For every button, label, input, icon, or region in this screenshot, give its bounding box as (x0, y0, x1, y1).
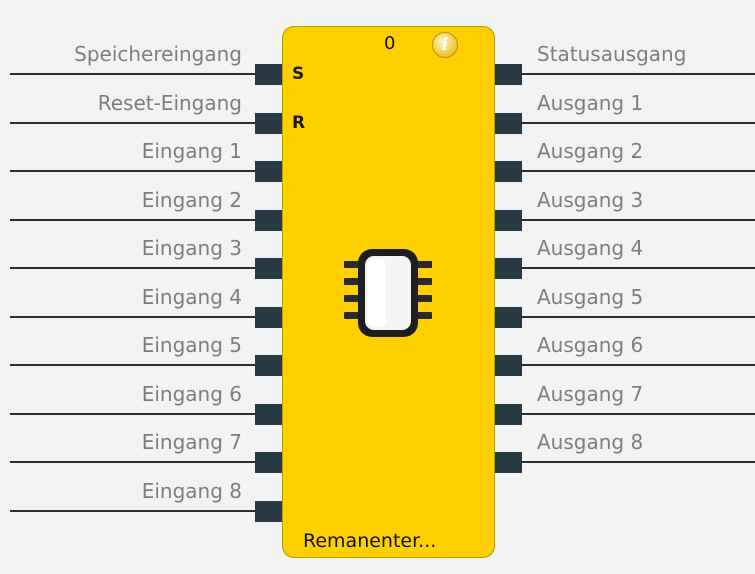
output-wire[interactable] (522, 461, 755, 463)
input-connector[interactable] (255, 258, 282, 279)
output-connector[interactable] (495, 355, 522, 376)
output-connector[interactable] (495, 161, 522, 182)
input-connector[interactable] (255, 355, 282, 376)
input-wire[interactable] (10, 509, 255, 512)
output-connector[interactable] (495, 452, 522, 473)
block-counter: 0 (384, 33, 396, 54)
block-title: Remanenter... (303, 530, 437, 552)
output-label: Ausgang 3 (537, 187, 644, 212)
output-wire[interactable] (522, 121, 755, 124)
input-wire[interactable] (10, 170, 255, 172)
input-wire[interactable] (10, 364, 255, 366)
output-label: Ausgang 7 (537, 381, 644, 406)
output-wire[interactable] (522, 218, 755, 221)
input-wire[interactable] (10, 121, 255, 124)
input-wire[interactable] (10, 412, 255, 415)
input-connector[interactable] (255, 112, 282, 134)
output-label: Ausgang 1 (537, 90, 644, 115)
input-label: Eingang 7 (141, 430, 242, 454)
input-connector[interactable] (255, 209, 282, 231)
output-label: Statusausgang (537, 42, 687, 66)
output-label: Ausgang 4 (537, 236, 644, 260)
input-connector[interactable] (255, 452, 282, 473)
input-label: Eingang 3 (141, 236, 242, 260)
output-wire[interactable] (522, 315, 755, 318)
chip-icon (344, 249, 432, 337)
input-label: Reset-Eingang (97, 90, 242, 115)
input-connector[interactable] (255, 161, 282, 182)
input-label: Eingang 6 (141, 381, 242, 406)
info-icon[interactable]: i (432, 32, 458, 58)
input-label: Eingang 4 (141, 284, 242, 309)
output-connector[interactable] (495, 209, 522, 231)
input-wire[interactable] (10, 315, 255, 318)
input-label: Speichereingang (74, 42, 242, 66)
input-connector[interactable] (255, 306, 282, 328)
output-connector[interactable] (495, 64, 522, 85)
output-connector[interactable] (495, 306, 522, 328)
output-wire[interactable] (522, 412, 755, 415)
output-label: Ausgang 5 (537, 284, 644, 309)
input-connector[interactable] (255, 403, 282, 425)
input-label: Eingang 8 (141, 478, 242, 503)
input-wire[interactable] (10, 267, 255, 269)
input-label: Eingang 2 (141, 187, 242, 212)
reset-input-marker: R (292, 113, 306, 133)
output-connector[interactable] (495, 112, 522, 134)
output-label: Ausgang 8 (537, 430, 644, 454)
input-connector[interactable] (255, 500, 282, 522)
output-label: Ausgang 2 (537, 139, 644, 163)
output-connector[interactable] (495, 403, 522, 425)
logic-block-diagram: S R 0 i Remanenter... Speichereingang Res… (0, 0, 755, 574)
output-wire[interactable] (522, 170, 755, 172)
output-label: Ausgang 6 (537, 333, 644, 357)
output-wire[interactable] (522, 267, 755, 269)
output-wire[interactable] (522, 364, 755, 366)
input-label: Eingang 1 (141, 139, 242, 163)
input-wire[interactable] (10, 73, 255, 75)
input-wire[interactable] (10, 461, 255, 463)
set-input-marker: S (292, 64, 305, 84)
input-connector[interactable] (255, 64, 282, 85)
output-connector[interactable] (495, 258, 522, 279)
input-label: Eingang 5 (141, 333, 242, 357)
input-wire[interactable] (10, 218, 255, 221)
output-wire[interactable] (522, 73, 755, 75)
